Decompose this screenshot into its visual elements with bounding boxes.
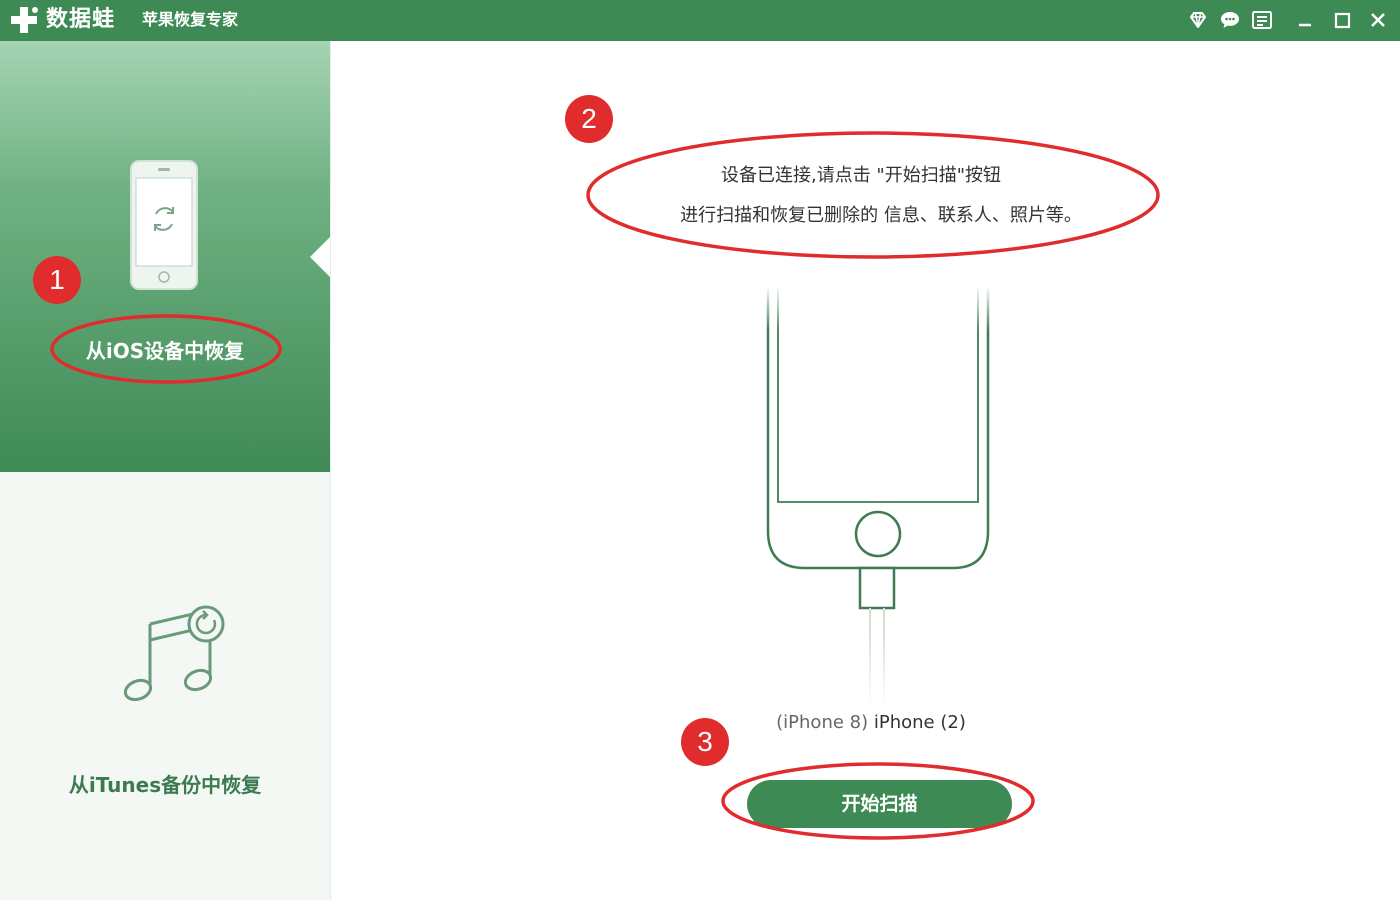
annotation-badge-2: 2 (565, 95, 613, 143)
diamond-icon (1190, 12, 1206, 28)
close-button[interactable] (1366, 8, 1390, 32)
app-name: 数据蛙 (46, 7, 116, 32)
phone-icon (130, 160, 198, 290)
app-subtitle: 苹果恢复专家 (142, 10, 239, 29)
sidebar-item-itunes-recovery[interactable]: 从iTunes备份中恢复 (0, 472, 330, 900)
maximize-button[interactable] (1330, 8, 1354, 32)
minimize-button[interactable] (1293, 8, 1317, 32)
close-icon (1371, 13, 1385, 27)
annotation-badge-1: 1 (33, 256, 81, 304)
logo-cross-icon (11, 7, 38, 33)
menu-button[interactable] (1250, 8, 1274, 32)
minimize-icon (1299, 23, 1311, 27)
maximize-icon (1334, 12, 1351, 29)
menu-icon (1252, 11, 1272, 29)
title-bar: 数据蛙 苹果恢复专家 (0, 0, 1400, 41)
sidebar-item-label: 从iTunes备份中恢复 (68, 773, 262, 797)
device-model: (iPhone 8) (776, 712, 869, 733)
diamond-button[interactable] (1186, 8, 1210, 32)
feedback-button[interactable] (1218, 8, 1242, 32)
instruction-line-2: 进行扫描和恢复已删除的 信息、联系人、照片等。 (680, 205, 1082, 226)
sidebar: 从iOS设备中恢复 从iTunes备份中恢复 (0, 41, 331, 900)
instruction-line-1: 设备已连接,请点击 "开始扫描"按钮 (720, 165, 1001, 186)
main-panel: 设备已连接,请点击 "开始扫描"按钮 进行扫描和恢复已删除的 信息、联系人、照片… (331, 41, 1400, 900)
device-label: iPhone (2) (873, 712, 966, 733)
chat-icon (1221, 12, 1239, 28)
music-note-icon (123, 605, 225, 702)
annotation-badge-3: 3 (681, 718, 729, 766)
sidebar-item-label: 从iOS设备中恢复 (85, 339, 245, 363)
device-name: (iPhone 8) iPhone (2) (721, 712, 1021, 733)
connected-phone-illustration (751, 286, 1011, 706)
start-scan-button[interactable]: 开始扫描 (747, 780, 1012, 828)
